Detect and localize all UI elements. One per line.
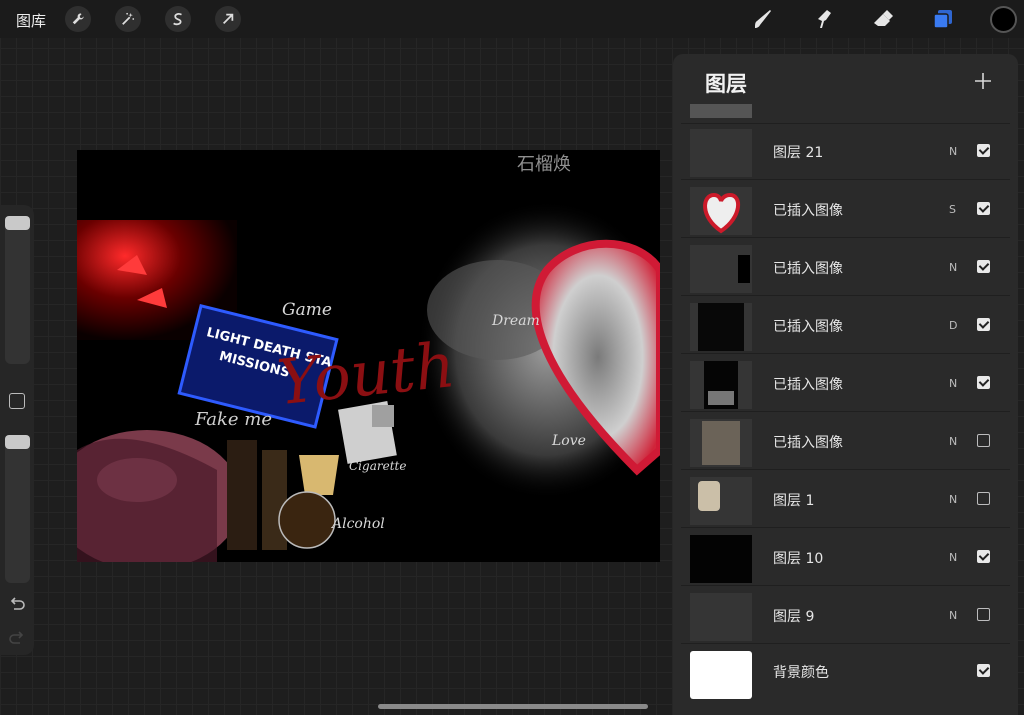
layer-name: 图层 10: [773, 551, 824, 567]
layer-thumbnail: [690, 245, 752, 293]
layer-visibility-checkbox[interactable]: [977, 202, 990, 215]
brush-size-slider[interactable]: [5, 216, 30, 364]
layer-thumbnail: [690, 477, 752, 525]
redo-icon[interactable]: [8, 629, 26, 647]
layer-visibility-checkbox[interactable]: [977, 492, 990, 505]
layer-thumbnail: [690, 361, 752, 409]
left-sidebar: [0, 205, 34, 655]
text-game: Game: [282, 300, 332, 320]
gallery-button[interactable]: 图库: [16, 10, 46, 31]
eraser-icon[interactable]: [870, 6, 896, 32]
artwork-canvas[interactable]: LIGHT DEATH STA MISSIONS Game Youth Drea…: [77, 150, 660, 562]
background-color-thumbnail: [690, 651, 752, 699]
home-indicator: [378, 704, 648, 709]
layers-title: 图层: [705, 72, 747, 96]
artwork-collage: LIGHT DEATH STA MISSIONS Game Youth Drea…: [77, 154, 660, 562]
layer-thumbnail: [690, 419, 752, 467]
layer-name: 已插入图像: [773, 377, 843, 393]
text-fake-me: Fake me: [194, 409, 272, 430]
layers-panel: 图层 图层 21 N 已插入图像 S 已插入图像 N 已插入图像 D 已插入图像…: [673, 54, 1018, 715]
wrench-icon[interactable]: [65, 6, 91, 32]
text-cigarette: Cigarette: [349, 459, 406, 473]
layer-row[interactable]: 图层 9 N: [681, 588, 1010, 644]
transform-arrow-icon[interactable]: [215, 6, 241, 32]
blend-mode-button[interactable]: N: [949, 145, 957, 158]
layer-row[interactable]: 已插入图像 S: [681, 182, 1010, 238]
top-toolbar: 图库: [0, 0, 1024, 38]
text-chinese-signature: 石榴焕: [517, 154, 571, 175]
layer-row[interactable]: 已插入图像 N: [681, 414, 1010, 470]
layer-thumbnail: [690, 129, 752, 177]
layer-name: 图层 21: [773, 145, 824, 161]
layer-visibility-checkbox[interactable]: [977, 550, 990, 563]
layer-thumbnail: [690, 535, 752, 583]
layer-row[interactable]: 已插入图像 N: [681, 356, 1010, 412]
undo-icon[interactable]: [8, 595, 26, 613]
opacity-slider[interactable]: [5, 435, 30, 583]
blend-mode-button[interactable]: S: [949, 203, 956, 216]
layer-row[interactable]: 图层 21 N: [681, 124, 1010, 180]
layer-visibility-checkbox[interactable]: [977, 260, 990, 273]
layer-thumbnail: [690, 303, 752, 351]
layer-name: 已插入图像: [773, 319, 843, 335]
blend-mode-button[interactable]: N: [949, 377, 957, 390]
blend-mode-button[interactable]: N: [949, 493, 957, 506]
layer-name: 图层 9: [773, 609, 815, 625]
layer-thumbnail: [690, 104, 752, 118]
layer-name: 背景颜色: [773, 665, 829, 681]
layer-visibility-checkbox[interactable]: [977, 144, 990, 157]
layer-row[interactable]: 图层 1 N: [681, 472, 1010, 528]
layer-name: 已插入图像: [773, 435, 843, 451]
text-alcohol: Alcohol: [330, 516, 385, 532]
brush-icon[interactable]: [750, 6, 776, 32]
blend-mode-button[interactable]: N: [949, 551, 957, 564]
layer-row[interactable]: 图层 10 N: [681, 530, 1010, 586]
layer-row-background[interactable]: 背景颜色: [681, 646, 1010, 702]
blend-mode-button[interactable]: D: [949, 319, 957, 332]
add-layer-icon[interactable]: [972, 70, 994, 92]
blend-mode-button[interactable]: N: [949, 261, 957, 274]
layer-name: 已插入图像: [773, 261, 843, 277]
blend-mode-button[interactable]: N: [949, 609, 957, 622]
layer-visibility-checkbox[interactable]: [977, 376, 990, 389]
selection-icon[interactable]: [165, 6, 191, 32]
layer-name: 图层 1: [773, 493, 815, 509]
layer-name: 已插入图像: [773, 203, 843, 219]
blend-mode-button[interactable]: N: [949, 435, 957, 448]
layer-thumbnail: [690, 593, 752, 641]
layer-row[interactable]: 已插入图像 D: [681, 298, 1010, 354]
layer-visibility-checkbox[interactable]: [977, 434, 990, 447]
brush-size-thumb[interactable]: [5, 216, 30, 230]
layer-row-partial[interactable]: [681, 104, 1010, 124]
smudge-icon[interactable]: [810, 6, 836, 32]
opacity-thumb[interactable]: [5, 435, 30, 449]
text-love: Love: [551, 433, 586, 449]
color-swatch[interactable]: [990, 6, 1017, 33]
modify-button[interactable]: [9, 393, 25, 409]
layer-visibility-checkbox[interactable]: [977, 608, 990, 621]
layer-thumbnail: [690, 187, 752, 235]
magic-wand-icon[interactable]: [115, 6, 141, 32]
layers-header: 图层: [673, 54, 1018, 110]
layer-row[interactable]: 已插入图像 N: [681, 240, 1010, 296]
layer-visibility-checkbox[interactable]: [977, 664, 990, 677]
layer-visibility-checkbox[interactable]: [977, 318, 990, 331]
text-dream: Dream: [491, 313, 540, 329]
layers-icon[interactable]: [930, 6, 956, 32]
